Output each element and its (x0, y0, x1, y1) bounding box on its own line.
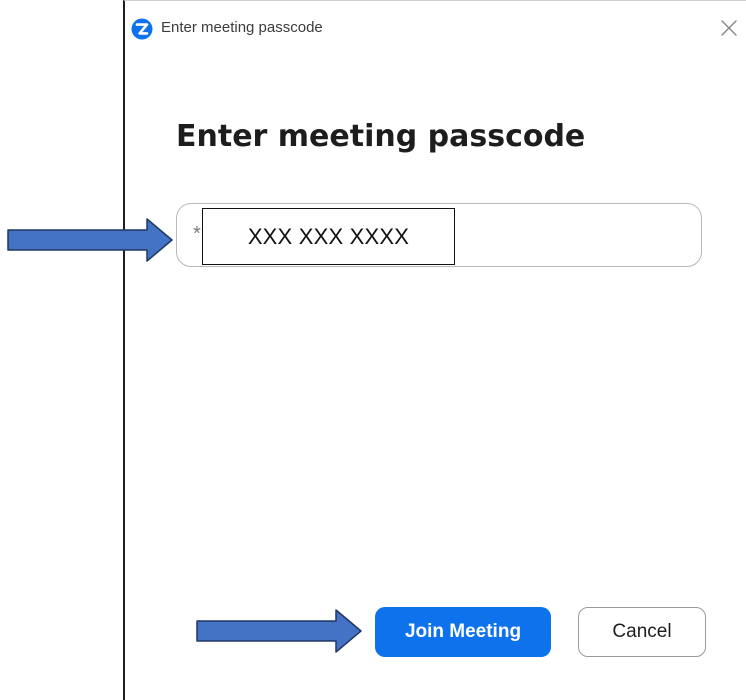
passcode-prefix: * (193, 223, 201, 245)
passcode-dialog-window: Enter meeting passcode Enter meeting pas… (123, 0, 746, 700)
passcode-value-box: XXX XXX XXXX (202, 208, 455, 265)
zoom-logo-icon (131, 18, 153, 40)
screenshot-stage: Enter meeting passcode Enter meeting pas… (0, 0, 746, 700)
cancel-button[interactable]: Cancel (578, 607, 706, 657)
arrow-right-icon (7, 218, 173, 262)
arrow-right-icon (196, 609, 362, 653)
dialog-heading: Enter meeting passcode (176, 119, 586, 154)
title-bar: Enter meeting passcode (125, 1, 746, 51)
join-meeting-button[interactable]: Join Meeting (375, 607, 551, 657)
passcode-value: XXX XXX XXXX (247, 223, 410, 249)
window-title: Enter meeting passcode (161, 19, 323, 36)
close-icon[interactable] (716, 15, 742, 41)
